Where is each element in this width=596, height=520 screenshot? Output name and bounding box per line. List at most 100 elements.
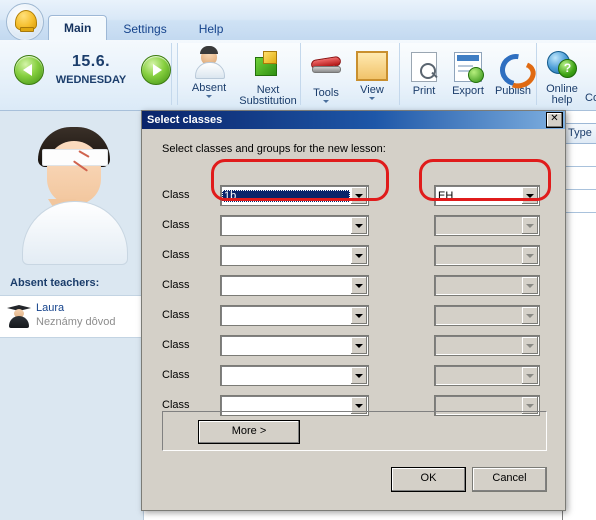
tools-button[interactable]: Tools bbox=[303, 47, 349, 103]
chevron-down-icon bbox=[522, 307, 538, 324]
bell-icon[interactable] bbox=[6, 3, 44, 41]
help-label: help bbox=[551, 94, 573, 106]
print-label: Print bbox=[412, 85, 436, 97]
class-label: Class bbox=[162, 369, 190, 381]
class-row-5: Class bbox=[162, 305, 547, 327]
class-combo-7[interactable] bbox=[220, 365, 369, 386]
dialog-body: Select classes and groups for the new le… bbox=[142, 129, 565, 509]
current-date: 15.6. WEDNESDAY bbox=[46, 53, 136, 86]
export-label: Export bbox=[452, 85, 484, 97]
dialog-titlebar[interactable]: Select classes ✕ bbox=[142, 111, 565, 129]
contact-button[interactable]: Co bbox=[585, 91, 596, 104]
class-row-2: Class bbox=[162, 215, 547, 237]
more-button[interactable]: More > bbox=[198, 420, 300, 444]
group-combo-6 bbox=[434, 335, 540, 356]
view-label: View bbox=[360, 84, 384, 96]
chevron-down-icon[interactable] bbox=[323, 100, 329, 103]
class-combo-1-value: 1b bbox=[222, 189, 350, 202]
ribbon: 15.6. WEDNESDAY Absent Next Substitution… bbox=[0, 40, 596, 111]
group-combo-3 bbox=[434, 245, 540, 266]
group-combo-1-value: EH bbox=[438, 189, 454, 202]
class-combo-4[interactable] bbox=[220, 275, 369, 296]
board-icon bbox=[356, 51, 388, 83]
class-combo-2[interactable] bbox=[220, 215, 369, 236]
online-help-button[interactable]: ? Online help bbox=[539, 47, 585, 106]
publish-button[interactable]: Publish bbox=[490, 47, 540, 97]
chevron-down-icon[interactable] bbox=[351, 367, 367, 384]
tab-help[interactable]: Help bbox=[183, 18, 240, 40]
class-row-6: Class bbox=[162, 335, 547, 357]
view-button[interactable]: View bbox=[349, 47, 395, 100]
absent-label: Absent bbox=[191, 82, 227, 94]
class-label: Class bbox=[162, 279, 190, 291]
arrow-right-icon[interactable] bbox=[141, 55, 171, 85]
class-row-4: Class bbox=[162, 275, 547, 297]
date-value: 15.6. bbox=[71, 53, 111, 70]
class-label: Class bbox=[162, 189, 190, 201]
chevron-down-icon[interactable] bbox=[522, 187, 538, 204]
table-row[interactable] bbox=[562, 190, 596, 213]
ok-button[interactable]: OK bbox=[391, 467, 466, 492]
chevron-down-icon[interactable] bbox=[369, 97, 375, 100]
class-combo-6[interactable] bbox=[220, 335, 369, 356]
chevron-down-icon[interactable] bbox=[351, 277, 367, 294]
dialog-title: Select classes bbox=[147, 114, 223, 126]
absent-button[interactable]: Absent bbox=[180, 46, 238, 98]
chevron-down-icon[interactable] bbox=[351, 187, 367, 204]
graduate-icon bbox=[6, 302, 32, 328]
weekday-value: WEDNESDAY bbox=[55, 74, 127, 86]
left-sidebar: Absent teachers: Laura Neznámy dôvod bbox=[0, 111, 144, 520]
stapler-icon bbox=[310, 54, 342, 86]
chevron-down-icon[interactable] bbox=[351, 307, 367, 324]
class-label: Class bbox=[162, 219, 190, 231]
chevron-down-icon[interactable] bbox=[351, 217, 367, 234]
close-icon[interactable]: ✕ bbox=[546, 112, 563, 128]
cancel-button[interactable]: Cancel bbox=[472, 467, 547, 492]
print-button[interactable]: Print bbox=[402, 49, 446, 97]
tab-main[interactable]: Main bbox=[48, 15, 108, 40]
group-combo-7 bbox=[434, 365, 540, 386]
dialog-intro-text: Select classes and groups for the new le… bbox=[162, 143, 386, 155]
chevron-down-icon[interactable] bbox=[351, 247, 367, 264]
class-row-1: Class 1b EH bbox=[162, 185, 547, 207]
arrow-left-icon[interactable] bbox=[14, 55, 44, 85]
next-substitution-button[interactable]: Next Substitution bbox=[238, 47, 298, 107]
chevron-down-icon bbox=[522, 217, 538, 234]
chevron-down-icon[interactable] bbox=[206, 95, 212, 98]
print-preview-icon bbox=[408, 52, 440, 84]
substitution-label: Substitution bbox=[239, 95, 297, 107]
class-label: Class bbox=[162, 399, 190, 411]
ribbon-group-absent: Absent Next Substitution bbox=[177, 43, 301, 107]
group-combo-1[interactable]: EH bbox=[434, 185, 540, 206]
absent-teachers-list: Laura Neznámy dôvod bbox=[0, 295, 143, 338]
column-header-type[interactable]: Type bbox=[562, 123, 596, 144]
chevron-down-icon bbox=[522, 337, 538, 354]
teacher-name: Laura bbox=[36, 302, 65, 314]
ribbon-tabstrip: Main Settings Help bbox=[0, 0, 596, 41]
chevron-down-icon bbox=[522, 277, 538, 294]
absent-teachers-title: Absent teachers: bbox=[10, 277, 100, 289]
class-combo-1[interactable]: 1b bbox=[220, 185, 369, 206]
table-row[interactable] bbox=[562, 167, 596, 190]
list-item[interactable]: Laura Neznámy dôvod bbox=[0, 300, 143, 331]
class-combo-3[interactable] bbox=[220, 245, 369, 266]
publish-icon bbox=[493, 47, 540, 93]
teacher-reason: Neznámy dôvod bbox=[36, 316, 116, 328]
chevron-down-icon[interactable] bbox=[351, 337, 367, 354]
person-icon bbox=[193, 46, 225, 81]
ribbon-tabs: Main Settings Help bbox=[48, 12, 239, 40]
export-button[interactable]: Export bbox=[446, 49, 490, 97]
ribbon-group-tools: Tools View bbox=[300, 43, 400, 105]
contact-label: Co bbox=[585, 92, 596, 104]
select-classes-dialog: Select classes ✕ Select classes and grou… bbox=[141, 110, 566, 511]
class-combo-5[interactable] bbox=[220, 305, 369, 326]
injured-teacher-illustration bbox=[8, 117, 136, 267]
table-row[interactable] bbox=[562, 144, 596, 167]
group-combo-2 bbox=[434, 215, 540, 236]
group-combo-4 bbox=[434, 275, 540, 296]
application-window: Main Settings Help 15.6. WEDNESDAY Absen… bbox=[0, 0, 596, 520]
class-label: Class bbox=[162, 339, 190, 351]
tab-settings[interactable]: Settings bbox=[107, 18, 182, 40]
green-cube-icon bbox=[252, 51, 284, 83]
ribbon-group-output: Print Export Publish bbox=[399, 43, 540, 105]
